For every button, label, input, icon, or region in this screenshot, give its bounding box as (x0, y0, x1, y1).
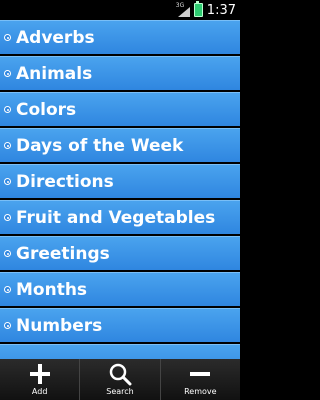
list-item[interactable]: Animals (0, 56, 240, 90)
bullet-icon (4, 106, 11, 113)
bullet-icon (4, 142, 11, 149)
list-item-label: Numbers (16, 315, 103, 336)
remove-button-label: Remove (184, 387, 217, 396)
signal-bars-icon (177, 7, 190, 17)
bottom-toolbar: Add Search Remove (0, 359, 240, 400)
list-item[interactable]: Adverbs (0, 20, 240, 54)
network-signal-icon: 3G (176, 2, 190, 17)
remove-button[interactable]: Remove (159, 359, 240, 400)
list-item[interactable]: Directions (0, 164, 240, 198)
bullet-icon (4, 178, 11, 185)
list-item-label: Directions (16, 171, 114, 192)
status-bar: 3G 1:37 (0, 0, 240, 20)
bullet-icon (4, 322, 11, 329)
list-item[interactable]: Colors (0, 92, 240, 126)
bullet-icon (4, 70, 11, 77)
plus-icon (29, 364, 50, 384)
add-button[interactable]: Add (0, 359, 79, 400)
list-item-label: Colors (16, 99, 77, 120)
list-item-label: Adverbs (16, 27, 95, 48)
list-item-label: Animals (16, 63, 93, 84)
list-item-partial[interactable] (0, 344, 240, 359)
search-button-label: Search (106, 387, 134, 396)
status-icons: 3G 1:37 (176, 0, 236, 20)
add-button-label: Add (31, 387, 48, 396)
list-item-label: Fruit and Vegetables (16, 207, 216, 228)
list-item[interactable]: Months (0, 272, 240, 306)
bullet-icon (4, 34, 11, 41)
bullet-icon (4, 286, 11, 293)
bullet-icon (4, 250, 11, 257)
clock: 1:37 (206, 2, 236, 18)
battery-icon (193, 1, 203, 17)
list-item[interactable]: Greetings (0, 236, 240, 270)
list-item[interactable]: Days of the Week (0, 128, 240, 162)
list-item-label: Months (16, 279, 88, 300)
minus-icon (190, 372, 211, 376)
list-item[interactable]: Numbers (0, 308, 240, 342)
list-item[interactable]: Fruit and Vegetables (0, 200, 240, 234)
search-button[interactable]: Search (79, 359, 159, 400)
list-item-label: Days of the Week (16, 135, 184, 156)
search-icon (109, 363, 132, 386)
bullet-icon (4, 214, 11, 221)
list-item-label: Greetings (16, 243, 110, 264)
category-list[interactable]: Adverbs Animals Colors Days of the Week … (0, 20, 240, 359)
